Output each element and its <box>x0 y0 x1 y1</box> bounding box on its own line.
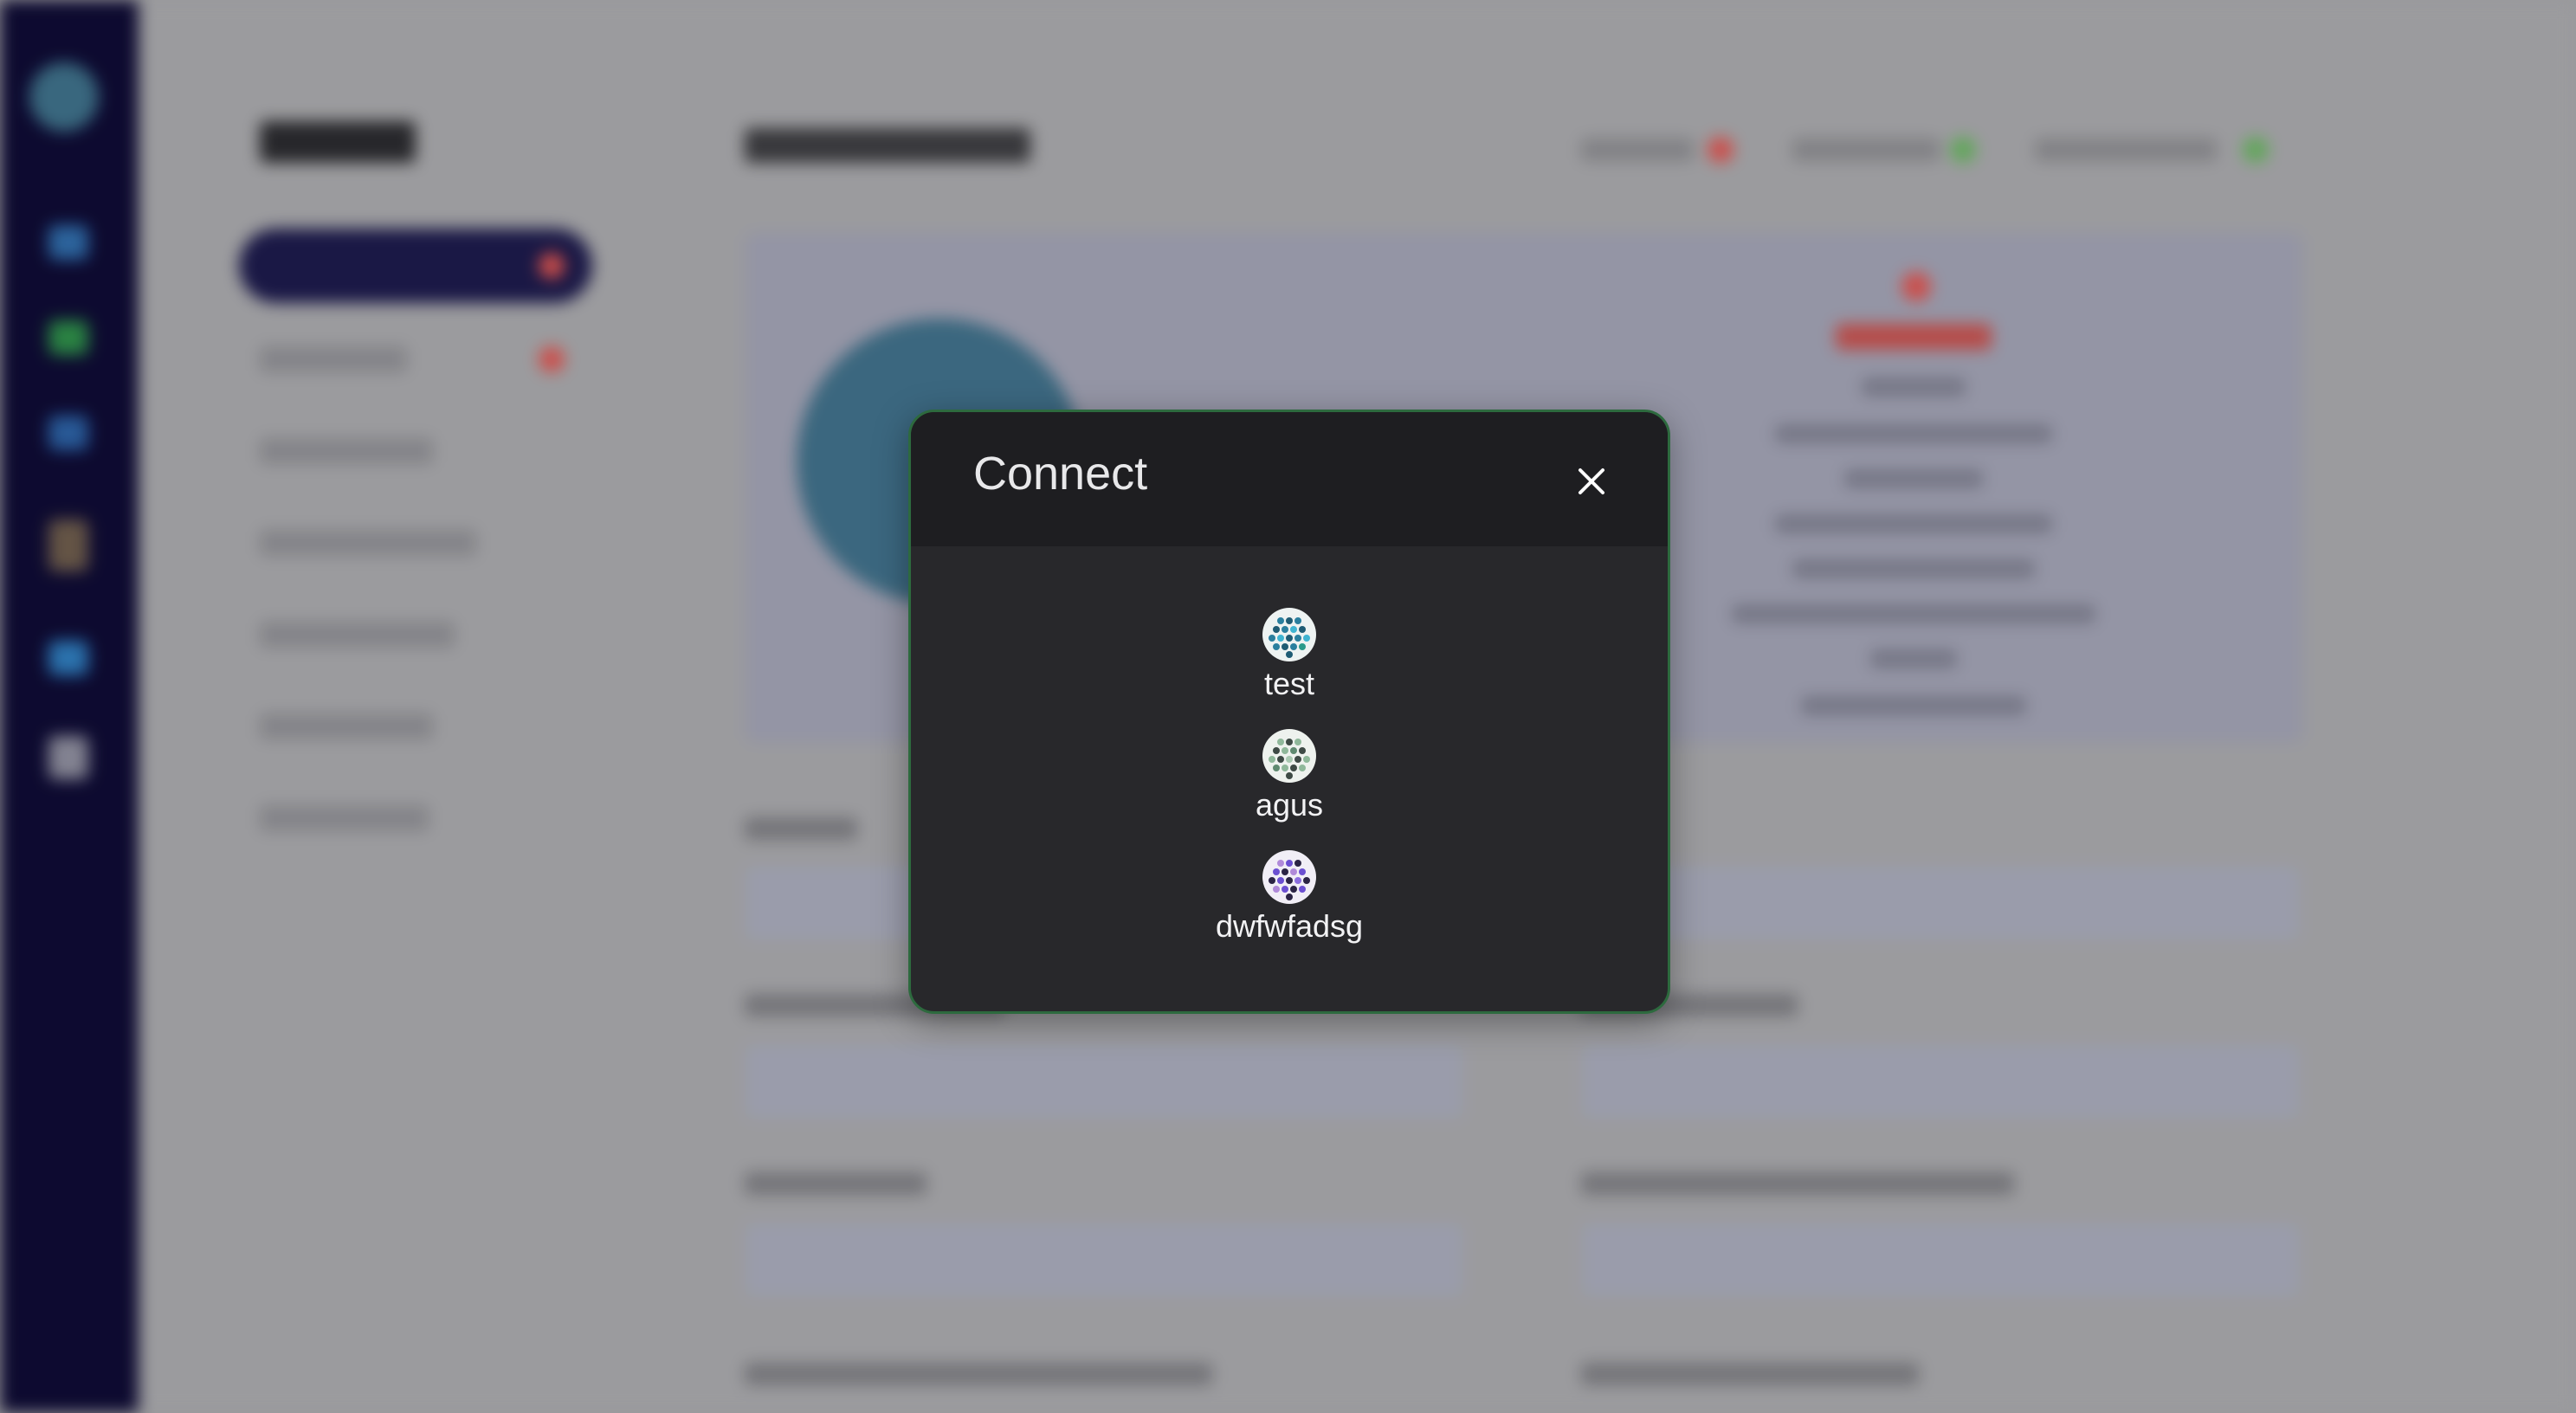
dotted-avatar-icon <box>1262 850 1316 904</box>
dotted-avatar-icon <box>1262 608 1316 661</box>
account-item-test[interactable]: test <box>911 607 1668 719</box>
modal-header: Connect <box>911 412 1668 546</box>
account-name: test <box>1263 666 1315 701</box>
dotted-avatar-icon <box>1262 729 1316 783</box>
close-button[interactable] <box>1566 455 1617 507</box>
account-item-dwfwfadsg[interactable]: dwfwfadsg <box>911 849 1668 962</box>
account-item-agus[interactable]: agus <box>911 728 1668 841</box>
close-icon <box>1579 468 1604 494</box>
account-name: agus <box>1255 787 1324 823</box>
connect-modal: Connect test agus dwfwfadsg <box>908 410 1670 1014</box>
account-list: test agus dwfwfadsg <box>911 546 1668 1011</box>
account-name: dwfwfadsg <box>1215 908 1364 944</box>
modal-title: Connect <box>973 448 1148 500</box>
